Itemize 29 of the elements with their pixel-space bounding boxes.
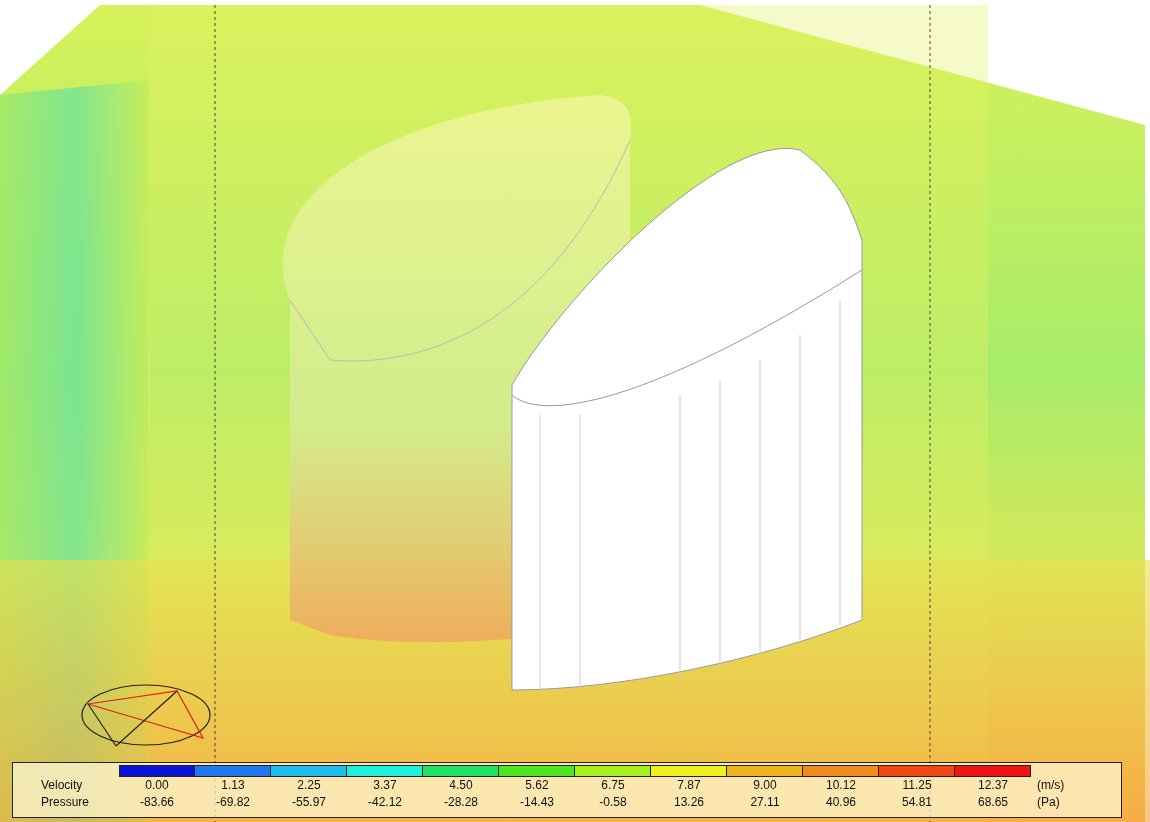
legend-value: -28.28 bbox=[443, 794, 479, 811]
legend-value: 27.11 bbox=[749, 794, 781, 811]
legend-value: 2.25 bbox=[296, 777, 322, 794]
legend-value: 13.26 bbox=[673, 794, 705, 811]
legend-row-label: Velocity bbox=[40, 777, 84, 794]
legend-unit: (Pa) bbox=[1036, 794, 1061, 811]
legend-value: 40.96 bbox=[825, 794, 857, 811]
legend-value: 6.75 bbox=[600, 777, 626, 794]
legend-value: 54.81 bbox=[901, 794, 933, 811]
legend-value: 9.00 bbox=[752, 777, 778, 794]
legend-value: -83.66 bbox=[139, 794, 175, 811]
legend-value: -14.43 bbox=[519, 794, 555, 811]
legend-value: 3.37 bbox=[372, 777, 398, 794]
legend-value: -69.82 bbox=[215, 794, 251, 811]
legend-value: 1.13 bbox=[220, 777, 246, 794]
legend-value: 0.00 bbox=[144, 777, 170, 794]
legend-value: 5.62 bbox=[524, 777, 550, 794]
legend-value: 11.25 bbox=[901, 777, 933, 794]
legend-value: 68.65 bbox=[977, 794, 1009, 811]
legend-value: 10.12 bbox=[825, 777, 857, 794]
legend-value: 4.50 bbox=[448, 777, 474, 794]
legend-value: 7.87 bbox=[676, 777, 702, 794]
legend-value: -42.12 bbox=[367, 794, 403, 811]
legend-value: -0.58 bbox=[598, 794, 628, 811]
legend-row-label: Pressure bbox=[40, 794, 91, 811]
legend-value: -55.97 bbox=[291, 794, 327, 811]
legend-value: 12.37 bbox=[977, 777, 1009, 794]
orientation-triad-icon bbox=[80, 683, 212, 747]
legend-unit: (m/s) bbox=[1036, 777, 1066, 794]
